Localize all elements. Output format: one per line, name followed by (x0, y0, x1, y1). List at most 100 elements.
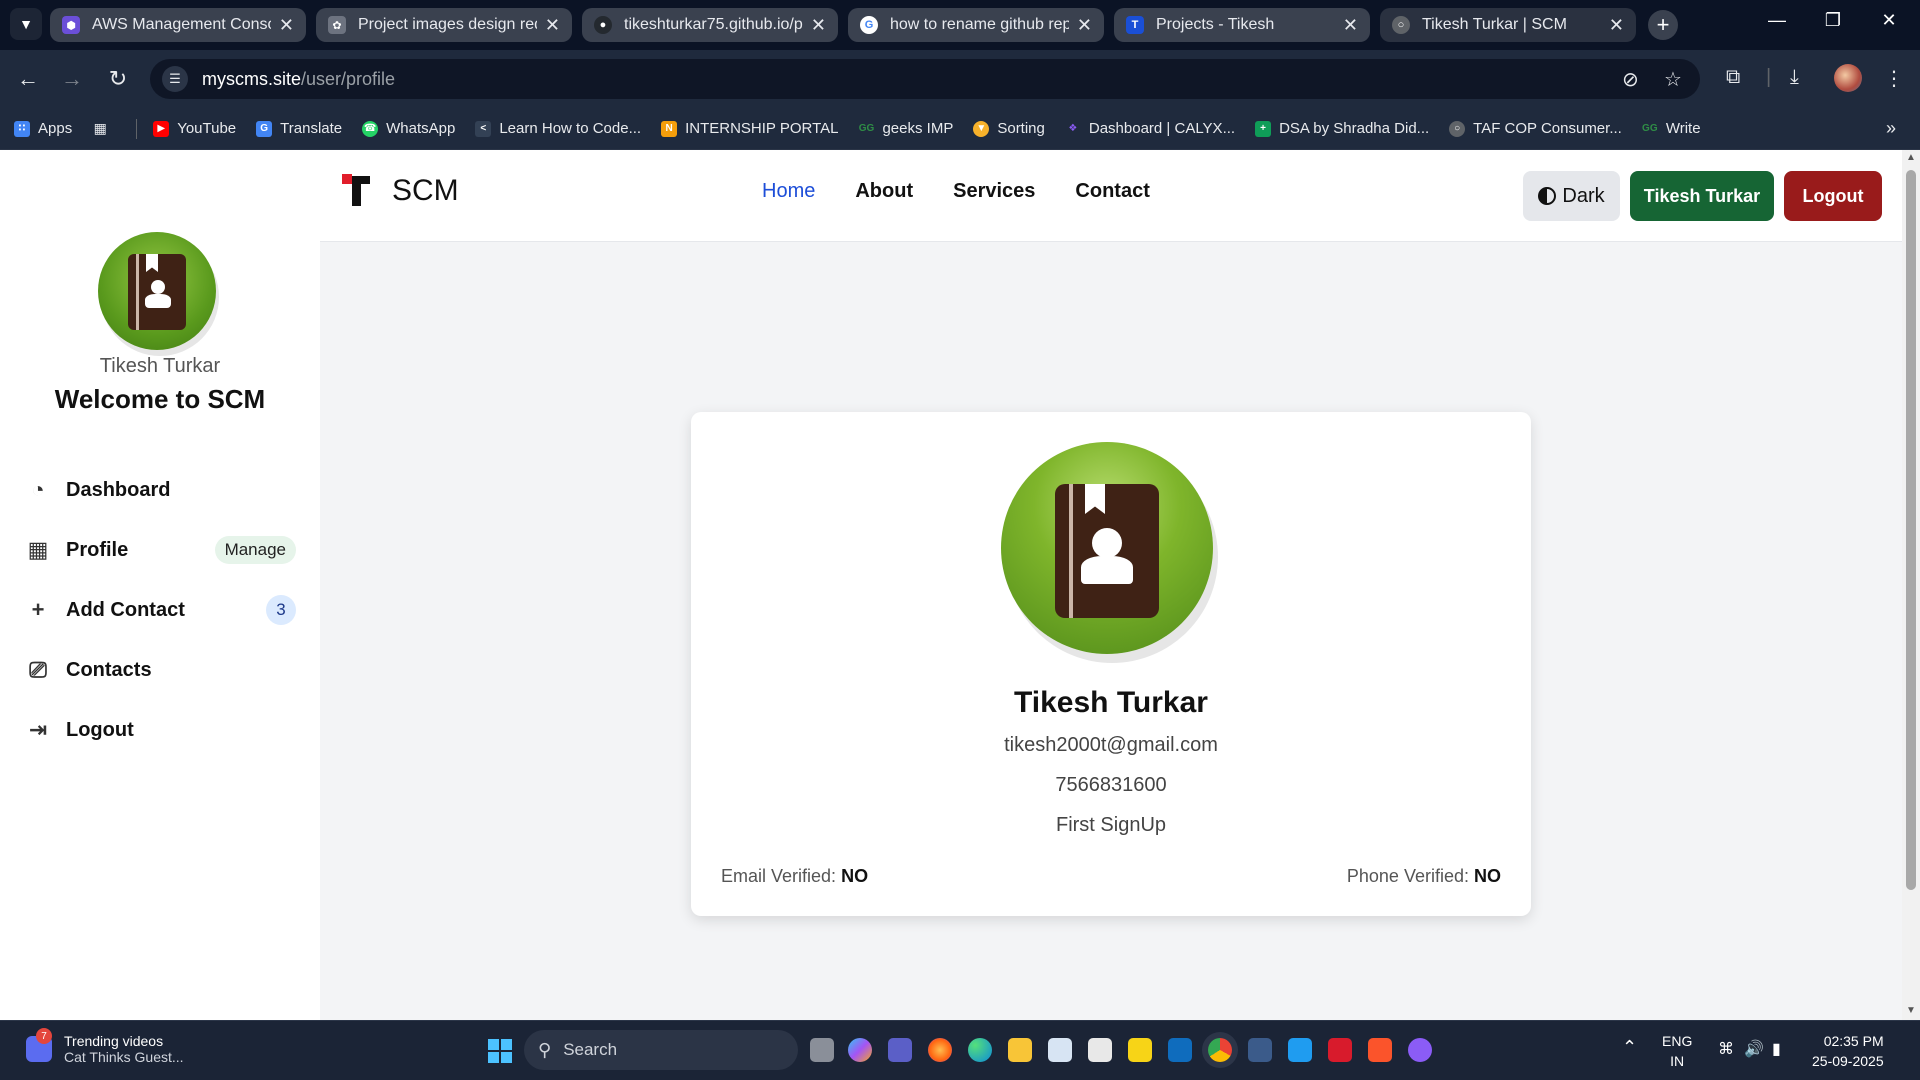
news-widget[interactable]: 7 Trending videos Cat Thinks Guest... (26, 1028, 184, 1065)
language-indicator[interactable]: ENG IN (1662, 1031, 1692, 1071)
bookmark-grid[interactable]: ▦ (92, 120, 116, 137)
bookmark-sorting[interactable]: ▼ Sorting (973, 120, 1045, 137)
nav-home[interactable]: Home (762, 180, 815, 203)
bookmarks-overflow-icon[interactable]: » (1886, 118, 1896, 139)
widget-icon: 7 (26, 1028, 52, 1062)
windows-taskbar: 7 Trending videos Cat Thinks Guest... ⚲ … (0, 1020, 1920, 1080)
logout-button[interactable]: Logout (1784, 171, 1882, 221)
vscode-icon[interactable] (1288, 1038, 1312, 1062)
volume-icon[interactable]: 🔊 (1744, 1039, 1764, 1059)
scrollbar-thumb[interactable] (1906, 170, 1916, 890)
site-info-icon[interactable]: ☰ (162, 66, 188, 92)
brand-logo[interactable]: SCM (342, 174, 459, 208)
close-tab-icon[interactable]: ✕ (279, 15, 294, 36)
snipping-tool-icon[interactable] (1048, 1038, 1072, 1062)
aws-icon: ⬢ (62, 16, 80, 34)
github-desktop-icon[interactable] (1408, 1038, 1432, 1062)
nav-contact[interactable]: Contact (1075, 180, 1149, 203)
browser-tab[interactable]: G how to rename github rep ✕ (848, 8, 1104, 42)
sidebar-item-dashboard[interactable]: ◔ Dashboard (24, 460, 296, 520)
taskbar-clock[interactable]: 02:35 PM 25-09-2025 (1812, 1031, 1884, 1071)
profile-avatar-icon[interactable] (1834, 64, 1862, 92)
close-window-icon[interactable]: ✕ (1874, 10, 1904, 31)
scroll-up-icon[interactable]: ▲ (1906, 152, 1916, 163)
forward-icon[interactable]: → (58, 65, 86, 93)
back-icon[interactable]: ← (14, 65, 42, 93)
reload-icon[interactable]: ↻ (104, 65, 132, 93)
restore-icon[interactable]: ❐ (1818, 10, 1848, 31)
bookmark-learn-code[interactable]: < Learn How to Code... (475, 120, 641, 137)
bookmark-geeks[interactable]: GG geeks IMP (858, 120, 954, 137)
openai-icon: ✿ (328, 16, 346, 34)
sheets-icon: + (1255, 120, 1272, 137)
sidebar-item-add-contact[interactable]: + Add Contact 3 (24, 580, 296, 640)
bookmark-whatsapp[interactable]: ☎ WhatsApp (362, 120, 455, 137)
bookmark-tafcop[interactable]: ○ TAF COP Consumer... (1449, 120, 1622, 137)
bookmark-dsa[interactable]: + DSA by Shradha Did... (1255, 120, 1429, 137)
copilot-icon[interactable] (848, 1038, 872, 1062)
bookmark-label: YouTube (177, 120, 237, 137)
search-icon: ⚲ (538, 1039, 552, 1060)
bookmark-internship[interactable]: N INTERNSHIP PORTAL (661, 120, 838, 137)
bookmark-apps[interactable]: ∷ Apps (14, 120, 72, 137)
address-bar[interactable]: ☰ myscms.site/user/profile ⊘ ☆ (150, 59, 1700, 99)
intellij-icon[interactable] (1328, 1038, 1352, 1062)
dark-mode-button[interactable]: Dark (1523, 171, 1620, 221)
bookmark-label: TAF COP Consumer... (1473, 120, 1622, 137)
browser-tab[interactable]: T Projects - Tikesh ✕ (1114, 8, 1370, 42)
bookmark-divider (136, 118, 138, 139)
close-tab-icon[interactable]: ✕ (1343, 15, 1358, 36)
chrome-icon[interactable] (1208, 1038, 1232, 1062)
url-path: /user/profile (301, 68, 396, 89)
edge-icon[interactable] (968, 1038, 992, 1062)
browser-tab-active[interactable]: ○ Tikesh Turkar | SCM ✕ (1380, 8, 1636, 42)
sidebar-item-contacts[interactable]: ⎚ Contacts (24, 640, 296, 700)
new-tab-button[interactable]: + (1648, 10, 1678, 40)
count-badge: 3 (266, 595, 296, 625)
browser-tab[interactable]: ⬢ AWS Management Console ✕ (50, 8, 306, 42)
close-tab-icon[interactable]: ✕ (1609, 15, 1624, 36)
battery-icon[interactable]: ▮ (1772, 1039, 1781, 1059)
nav-services[interactable]: Services (953, 180, 1035, 203)
user-button[interactable]: Tikesh Turkar (1630, 171, 1774, 221)
scroll-down-icon[interactable]: ▼ (1906, 1005, 1916, 1016)
windows-start-icon[interactable] (488, 1039, 512, 1063)
bookmark-youtube[interactable]: ▶ YouTube (153, 120, 236, 137)
url-text: myscms.site/user/profile (202, 69, 395, 90)
eye-off-icon[interactable]: ⊘ (1622, 67, 1639, 92)
brand-name: SCM (392, 174, 459, 207)
photos-icon[interactable] (1088, 1038, 1112, 1062)
taskbar-search[interactable]: ⚲ Search (524, 1030, 798, 1070)
close-tab-icon[interactable]: ✕ (811, 15, 826, 36)
bookmark-translate[interactable]: G Translate (256, 120, 342, 137)
brave-icon[interactable] (1368, 1038, 1392, 1062)
browser-tab[interactable]: ✿ Project images design requ ✕ (316, 8, 572, 42)
teams-icon[interactable] (888, 1038, 912, 1062)
minimize-icon[interactable]: — (1762, 10, 1792, 31)
firefox-icon[interactable] (928, 1038, 952, 1062)
browser-tab[interactable]: ● tikeshturkar75.github.io/pc ✕ (582, 8, 838, 42)
bookmark-write[interactable]: GG Write (1642, 120, 1701, 137)
code-editor-icon[interactable] (1248, 1038, 1272, 1062)
download-icon[interactable]: ⤓ (1790, 66, 1799, 89)
task-view-icon[interactable] (810, 1038, 834, 1062)
bookmark-calyx[interactable]: ❖ Dashboard | CALYX... (1065, 120, 1235, 137)
tray-chevron-up-icon[interactable]: ⌃ (1622, 1037, 1637, 1058)
close-tab-icon[interactable]: ✕ (1077, 15, 1092, 36)
sidebar-item-profile[interactable]: ▦ Profile Manage (24, 520, 296, 580)
file-explorer-icon[interactable] (1008, 1038, 1032, 1062)
bookmark-star-icon[interactable]: ☆ (1664, 67, 1682, 92)
tab-title: how to rename github rep (890, 16, 1069, 33)
tab-search-chevron-icon[interactable]: ▼ (10, 8, 42, 40)
extensions-icon[interactable]: ⧉ (1726, 66, 1740, 89)
sidebar-item-logout[interactable]: ⇥ Logout (24, 700, 296, 760)
outlook-icon[interactable] (1168, 1038, 1192, 1062)
sticky-notes-icon[interactable] (1128, 1038, 1152, 1062)
wifi-icon[interactable]: ⌘ (1718, 1039, 1734, 1059)
page-scrollbar[interactable]: ▲ ▼ (1902, 150, 1920, 1020)
search-placeholder: Search (563, 1040, 618, 1059)
nav-about[interactable]: About (855, 180, 913, 203)
profile-name: Tikesh Turkar (1014, 686, 1208, 719)
menu-kebab-icon[interactable]: ⋮ (1884, 66, 1904, 91)
close-tab-icon[interactable]: ✕ (545, 15, 560, 36)
